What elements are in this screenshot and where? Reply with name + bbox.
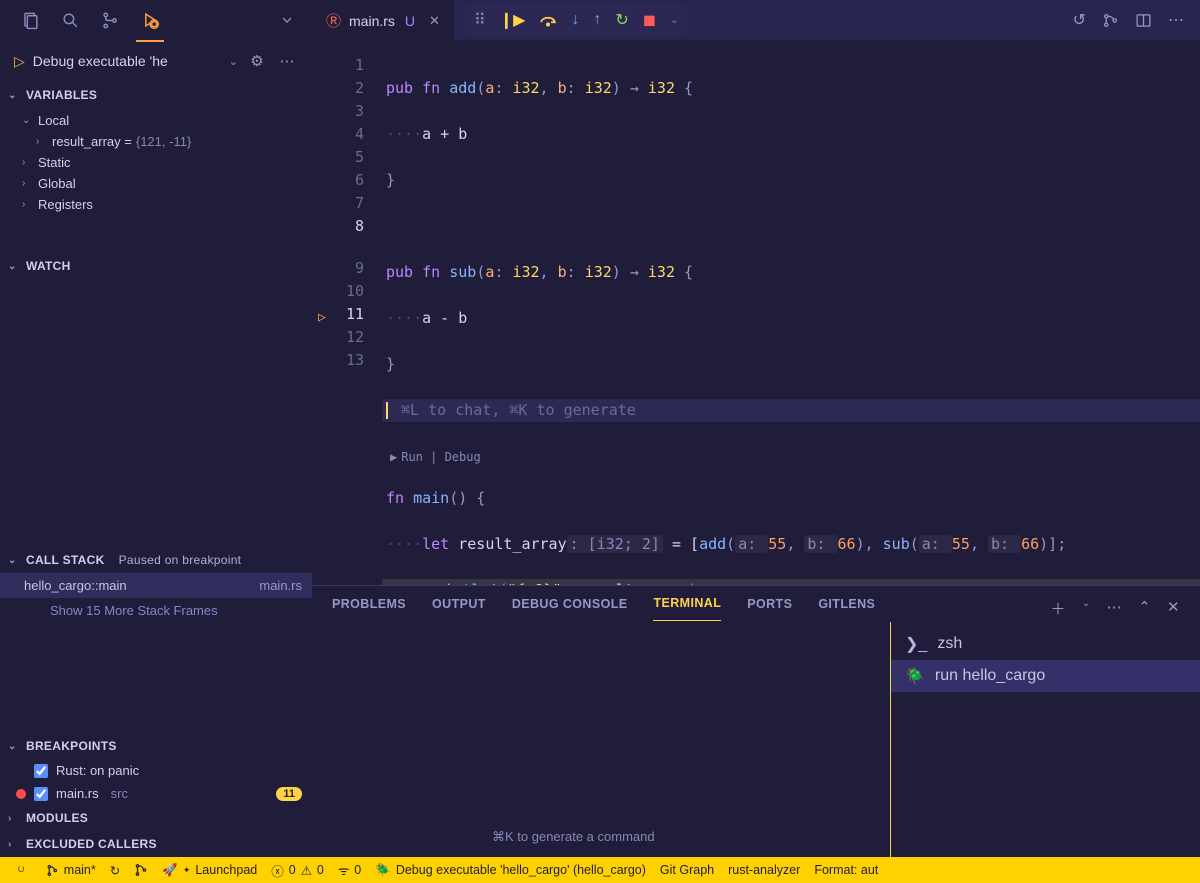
drag-handle-icon[interactable]: ⠿ (474, 10, 486, 30)
panel-more-icon[interactable]: ⋯ (1107, 598, 1122, 619)
terminal-hint: ⌘K to generate a command (492, 829, 655, 845)
status-format[interactable]: Format: aut (814, 863, 878, 877)
scope-global[interactable]: ›Global (0, 173, 312, 194)
status-branch[interactable]: main* (46, 863, 96, 877)
stop-icon[interactable]: ◼ (643, 10, 656, 30)
codelens[interactable]: ▶Run | Debug (386, 450, 481, 464)
gear-icon[interactable]: ⚙ (246, 52, 268, 70)
breakpoint-row[interactable]: main.rs src 11 (0, 782, 312, 805)
rust-file-icon: Ⓡ (326, 10, 341, 31)
history-icon[interactable]: ↺ (1073, 10, 1086, 30)
editor-tabs: Ⓡ main.rs U ✕ ⠿ ❙▶ ↓ ↑ ↻ ◼ ⌄ ↺ ⋯ (312, 0, 1200, 40)
status-launchpad[interactable]: 🚀✦ Launchpad (162, 863, 257, 878)
section-header-watch[interactable]: ⌄WATCH (0, 253, 312, 279)
file-tab[interactable]: Ⓡ main.rs U ✕ (312, 0, 454, 40)
section-header-modules[interactable]: ›MODULES (0, 805, 312, 831)
debug-config-name: Debug executable 'he (33, 53, 221, 69)
terminal-icon: ❯_ (905, 634, 927, 654)
terminal-view[interactable]: ⌘K to generate a command (312, 622, 890, 857)
tab-terminal[interactable]: TERMINAL (653, 596, 721, 621)
terminal-dropdown-icon[interactable]: ⌄ (1082, 598, 1091, 619)
gutter: 1234 5678 910 ▷11 1213 (312, 40, 382, 585)
sync-icon[interactable]: ↻ (110, 863, 120, 878)
tab-ports[interactable]: PORTS (747, 597, 792, 621)
remote-icon[interactable]: �ပ� (10, 861, 32, 879)
section-watch: ⌄WATCH (0, 253, 312, 279)
debug-icon[interactable] (130, 0, 170, 40)
scope-registers[interactable]: ›Registers (0, 194, 312, 215)
section-header-callstack[interactable]: ⌄CALL STACKPaused on breakpoint (0, 547, 312, 573)
debug-sidebar: ▷ Debug executable 'he ⌄ ⚙ ⋯ ⌄VARIABLES … (0, 40, 312, 857)
tab-problems[interactable]: PROBLEMS (332, 597, 406, 621)
inline-hint: ⌘L to chat, ⌘K to generate (401, 401, 636, 419)
start-debug-icon[interactable]: ▷ (14, 53, 25, 70)
bottom-panel: PROBLEMS OUTPUT DEBUG CONSOLE TERMINAL P… (312, 585, 1200, 857)
main-area: 1234 5678 910 ▷11 1213 pub fn add(a: i32… (312, 40, 1200, 857)
file-tab-name: main.rs (349, 13, 395, 29)
section-header-excluded[interactable]: ›EXCLUDED CALLERS (0, 831, 312, 857)
new-terminal-icon[interactable]: ＋ (1050, 598, 1065, 619)
stack-frame[interactable]: hello_cargo::main main.rs (0, 573, 312, 598)
section-header-breakpoints[interactable]: ⌄BREAKPOINTS (0, 733, 312, 759)
compare-icon[interactable] (1102, 12, 1119, 29)
status-rust-analyzer[interactable]: rust-analyzer (728, 863, 800, 877)
continue-icon[interactable]: ❙▶ (500, 10, 526, 30)
terminal-item[interactable]: 🪲run hello_cargo (891, 660, 1200, 692)
status-debug-config[interactable]: 🪲 Debug executable 'hello_cargo' (hello_… (375, 863, 646, 878)
collapse-chevron-icon[interactable] (272, 12, 302, 28)
cursor (386, 402, 388, 419)
status-bar: �ပ� main* ↻ 🚀✦ Launchpad ⓧ 0 ⚠ 0 ᯤ 0 🪲 D… (0, 857, 1200, 883)
close-panel-icon[interactable]: ✕ (1167, 598, 1180, 619)
debug-terminal-icon: 🪲 (905, 666, 925, 686)
code-editor[interactable]: 1234 5678 910 ▷11 1213 pub fn add(a: i32… (312, 40, 1200, 585)
scope-local[interactable]: ⌄Local (0, 110, 312, 131)
code-content[interactable]: pub fn add(a: i32, b: i32) → i32 { ····a… (382, 40, 1200, 585)
search-icon[interactable] (50, 0, 90, 40)
section-header-variables[interactable]: ⌄VARIABLES (0, 82, 312, 108)
status-radio[interactable]: ᯤ 0 (338, 862, 361, 879)
step-out-icon[interactable]: ↑ (593, 11, 601, 29)
split-editor-icon[interactable] (1135, 12, 1152, 29)
section-variables: ⌄VARIABLES ⌄Local › result_array = {121,… (0, 82, 312, 223)
breakpoint-checkbox[interactable] (34, 764, 48, 778)
file-tab-modified: U (405, 13, 415, 29)
step-into-icon[interactable]: ↓ (571, 11, 579, 29)
debug-dropdown-icon[interactable]: ⌄ (670, 15, 678, 26)
activity-bar (0, 0, 312, 40)
panel-tabs: PROBLEMS OUTPUT DEBUG CONSOLE TERMINAL P… (312, 586, 1200, 622)
tab-output[interactable]: OUTPUT (432, 597, 486, 621)
current-line-icon: ▷ (413, 581, 422, 585)
maximize-panel-icon[interactable]: ⌃ (1138, 598, 1151, 619)
more-actions-icon[interactable]: ⋯ (1168, 10, 1184, 30)
chevron-down-icon[interactable]: ⌄ (229, 55, 238, 68)
terminal-list: ❯_zsh 🪲run hello_cargo (890, 622, 1200, 857)
debug-config-selector[interactable]: ▷ Debug executable 'he ⌄ ⚙ ⋯ (0, 40, 312, 82)
close-tab-icon[interactable]: ✕ (429, 13, 440, 29)
variable-row[interactable]: › result_array = {121, -11} (0, 131, 312, 152)
scope-static[interactable]: ›Static (0, 152, 312, 173)
breakpoint-dot (16, 766, 26, 776)
more-stack-frames[interactable]: Show 15 More Stack Frames (0, 598, 312, 623)
graph-icon[interactable] (134, 863, 148, 877)
more-icon[interactable]: ⋯ (276, 52, 298, 70)
section-callstack: ⌄CALL STACKPaused on breakpoint hello_ca… (0, 547, 312, 623)
step-over-icon[interactable] (539, 13, 557, 27)
debug-toolbar: ⠿ ❙▶ ↓ ↑ ↻ ◼ ⌄ (464, 5, 689, 35)
status-problems[interactable]: ⓧ 0 ⚠ 0 (271, 861, 324, 880)
breakpoint-checkbox[interactable] (34, 787, 48, 801)
line-badge: 11 (276, 787, 302, 801)
status-gitgraph[interactable]: Git Graph (660, 863, 714, 877)
restart-icon[interactable]: ↻ (615, 10, 628, 30)
explorer-icon[interactable] (10, 0, 50, 40)
tab-gitlens[interactable]: GITLENS (818, 597, 875, 621)
breakpoint-dot (16, 789, 26, 799)
tab-debug-console[interactable]: DEBUG CONSOLE (512, 597, 628, 621)
section-breakpoints: ⌄BREAKPOINTS Rust: on panic main.rs src … (0, 733, 312, 805)
terminal-item[interactable]: ❯_zsh (891, 628, 1200, 660)
breakpoint-row[interactable]: Rust: on panic (0, 759, 312, 782)
editor-actions: ↺ ⋯ (1073, 0, 1200, 40)
source-control-icon[interactable] (90, 0, 130, 40)
